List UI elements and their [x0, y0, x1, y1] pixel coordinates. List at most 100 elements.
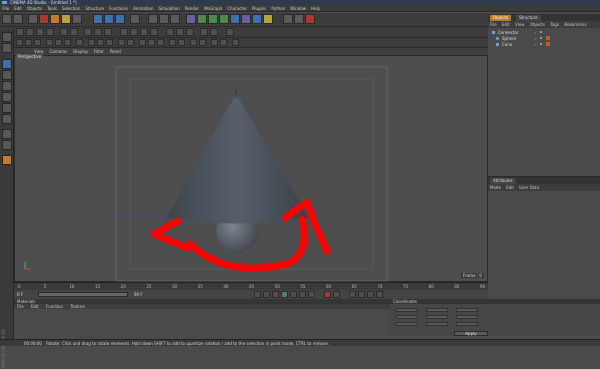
rotation-p-field[interactable]: [456, 315, 478, 319]
weld-icon[interactable]: [178, 39, 185, 46]
attr-menu-mode[interactable]: Mode: [488, 185, 503, 190]
attr-menu-user-data[interactable]: User Data: [517, 185, 541, 190]
list-item[interactable]: Cone ✓: [490, 42, 598, 47]
extrude-icon[interactable]: [148, 39, 155, 46]
x-axis-lock-icon[interactable]: [93, 14, 103, 24]
om-menu-view[interactable]: View: [513, 22, 527, 27]
grid-icon[interactable]: [226, 28, 234, 36]
om-menu-tags[interactable]: Tags: [548, 22, 561, 27]
point-level-icon[interactable]: [166, 28, 174, 36]
polygon-tool-icon[interactable]: [64, 39, 71, 46]
rotation-key-icon[interactable]: [140, 28, 148, 36]
attr-menu-edit[interactable]: Edit: [504, 185, 516, 190]
menu-plugins[interactable]: Plugins: [249, 5, 268, 12]
enabled-check-icon[interactable]: ✓: [534, 36, 537, 41]
frame-range-slider[interactable]: [38, 292, 128, 297]
parameter-key-icon[interactable]: [150, 28, 158, 36]
workplane-tool-icon[interactable]: [34, 39, 41, 46]
spline-pen-icon[interactable]: [197, 14, 207, 24]
material-tag-icon[interactable]: [546, 42, 550, 46]
cube-icon[interactable]: [186, 14, 196, 24]
sculpt-icon[interactable]: [97, 39, 104, 46]
snap-icon[interactable]: [16, 28, 24, 36]
object-axis-icon[interactable]: [2, 59, 12, 69]
edge-tool-icon[interactable]: [55, 39, 62, 46]
polygon-level-icon[interactable]: [186, 28, 194, 36]
key-scale-icon[interactable]: [367, 291, 374, 298]
om-menu-file[interactable]: File: [488, 22, 499, 27]
render-view-icon[interactable]: [148, 14, 158, 24]
previous-key-icon[interactable]: [263, 291, 270, 298]
workplane-icon[interactable]: [36, 28, 44, 36]
light-icon[interactable]: [263, 14, 273, 24]
perspective-viewport[interactable]: [14, 55, 488, 282]
position-y-field[interactable]: [396, 315, 418, 319]
enabled-check-icon[interactable]: ✓: [534, 42, 537, 47]
model-mode-icon[interactable]: [283, 14, 293, 24]
texture-icon[interactable]: [2, 70, 12, 80]
mirror-icon[interactable]: [211, 39, 218, 46]
edges-mode-icon[interactable]: [2, 103, 12, 113]
menu-simulation[interactable]: Simulation: [156, 5, 182, 12]
model-tool-icon[interactable]: [16, 39, 23, 46]
keyframe-selection-icon[interactable]: [104, 28, 112, 36]
size-x-field[interactable]: [426, 308, 448, 312]
visibility-dots-icon[interactable]: [540, 37, 542, 39]
snap-settings-icon[interactable]: [26, 28, 34, 36]
autokey-icon[interactable]: [94, 28, 102, 36]
next-key-icon[interactable]: [299, 291, 306, 298]
layout-icon[interactable]: [200, 28, 208, 36]
previous-frame-icon[interactable]: [272, 291, 279, 298]
list-item[interactable]: Sphere ✓: [490, 36, 598, 41]
edge-level-icon[interactable]: [176, 28, 184, 36]
position-z-field[interactable]: [396, 322, 418, 326]
object-mode-icon[interactable]: [294, 14, 304, 24]
viewport-menu-panel[interactable]: Panel: [107, 48, 124, 55]
viewport-menu-filter[interactable]: Filter: [91, 48, 107, 55]
materials-area[interactable]: [14, 309, 390, 335]
make-editable-icon[interactable]: [2, 32, 12, 42]
menu-help[interactable]: Help: [308, 5, 322, 12]
go-to-start-icon[interactable]: [254, 291, 261, 298]
array-icon[interactable]: [219, 14, 229, 24]
om-menu-edit[interactable]: Edit: [500, 22, 512, 27]
menu-render[interactable]: Render: [182, 5, 201, 12]
position-x-field[interactable]: [396, 308, 418, 312]
rotation-b-field[interactable]: [456, 322, 478, 326]
enable-axis-mode-icon[interactable]: [2, 129, 12, 139]
material-tag-icon[interactable]: [546, 36, 550, 40]
smooth-icon[interactable]: [220, 39, 227, 46]
menu-tools[interactable]: Tools: [45, 5, 60, 12]
list-item[interactable]: Connector ✓: [490, 30, 598, 35]
om-menu-objects[interactable]: Objects: [528, 22, 547, 27]
render-settings-icon[interactable]: [170, 14, 180, 24]
workplane-mode-icon[interactable]: [2, 81, 12, 91]
keyframe-icon[interactable]: [84, 28, 92, 36]
world-coordinates-icon[interactable]: [130, 14, 140, 24]
scale-tool-icon[interactable]: [50, 14, 60, 24]
texture-tool-icon[interactable]: [25, 39, 32, 46]
soft-selection-icon[interactable]: [2, 140, 12, 150]
autokey-record-icon[interactable]: [333, 291, 340, 298]
rotate-tool-icon[interactable]: [61, 14, 71, 24]
point-tool-icon[interactable]: [46, 39, 53, 46]
viewport-menu-cameras[interactable]: Cameras: [47, 48, 71, 55]
menu-mograph[interactable]: MoGraph: [202, 5, 225, 12]
menu-functions[interactable]: Functions: [106, 5, 130, 12]
bevel-icon[interactable]: [157, 39, 164, 46]
next-frame-icon[interactable]: [290, 291, 297, 298]
live-selection-icon[interactable]: [28, 14, 38, 24]
layout-grid-icon[interactable]: [210, 28, 218, 36]
menu-selection[interactable]: Selection: [59, 5, 82, 12]
y-axis-lock-icon[interactable]: [104, 14, 114, 24]
z-axis-lock-icon[interactable]: [115, 14, 125, 24]
deformer-icon[interactable]: [230, 14, 240, 24]
menu-structure[interactable]: Structure: [83, 5, 107, 12]
current-frame-field[interactable]: 0 F: [17, 292, 23, 297]
recent-tools-icon[interactable]: [72, 14, 82, 24]
visibility-dots-icon[interactable]: [540, 31, 542, 33]
menu-animation[interactable]: Animation: [131, 5, 156, 12]
enable-axis-icon[interactable]: [88, 39, 95, 46]
om-menu-bookmarks[interactable]: Bookmarks: [562, 22, 588, 27]
render-picture-viewer-icon[interactable]: [159, 14, 169, 24]
